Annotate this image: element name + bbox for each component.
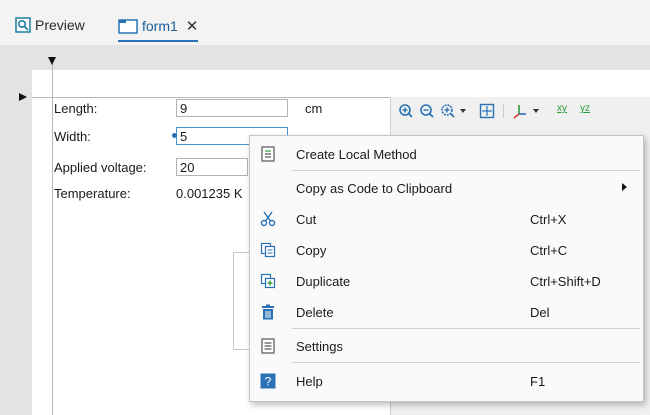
- voltage-label: Applied voltage:: [54, 160, 147, 175]
- view-yz-button[interactable]: yz: [580, 103, 590, 114]
- tab-label: Preview: [35, 17, 85, 33]
- menu-separator: [292, 328, 640, 329]
- tab-label: form1: [142, 18, 178, 34]
- length-label: Length:: [54, 101, 98, 116]
- menu-item-create-local-method[interactable]: Create Local Method: [250, 141, 643, 167]
- zoom-box-icon[interactable]: [440, 103, 470, 119]
- menu-item-help[interactable]: ? Help F1: [250, 368, 643, 394]
- guide-line-vertical: [52, 58, 53, 415]
- menu-item-label: Cut: [296, 212, 317, 227]
- menu-item-label: Copy as Code to Clipboard: [296, 181, 453, 196]
- menu-item-label: Delete: [296, 305, 334, 320]
- tab-form1[interactable]: form1 ✕: [118, 12, 199, 42]
- column-marker-icon[interactable]: [48, 57, 56, 65]
- menu-item-shortcut: F1: [530, 374, 546, 389]
- scissors-icon: [260, 211, 276, 227]
- voltage-input[interactable]: 20: [176, 158, 248, 176]
- toolbar-separator: [503, 104, 504, 118]
- duplicate-icon: [260, 273, 276, 289]
- menu-item-label: Duplicate: [296, 274, 351, 289]
- close-icon[interactable]: ✕: [186, 17, 199, 35]
- method-icon: [261, 146, 275, 162]
- menu-item-shortcut: Ctrl+C: [530, 243, 568, 258]
- zoom-out-icon[interactable]: [419, 103, 435, 119]
- tab-preview[interactable]: Preview: [15, 12, 85, 38]
- trash-icon: [262, 304, 274, 320]
- length-unit: cm: [305, 101, 323, 116]
- form-icon: [118, 19, 138, 34]
- menu-separator: [292, 362, 640, 363]
- menu-item-cut[interactable]: Cut Ctrl+X: [250, 206, 643, 232]
- menu-item-shortcut: Ctrl+X: [530, 212, 567, 227]
- zoom-in-icon[interactable]: [398, 103, 414, 119]
- menu-item-shortcut: Ctrl+Shift+D: [530, 274, 601, 289]
- selection-handle[interactable]: [172, 133, 177, 138]
- context-menu: Create Local Method Copy as Code to Clip…: [249, 135, 644, 402]
- menu-item-label: Help: [296, 374, 323, 389]
- menu-item-label: Copy: [296, 243, 327, 258]
- submenu-arrow-icon: [622, 183, 627, 191]
- menu-separator: [292, 170, 640, 171]
- view-xy-button[interactable]: xy: [557, 103, 567, 114]
- zoom-extents-icon[interactable]: [479, 103, 495, 119]
- axis-orientation-icon[interactable]: [511, 103, 543, 119]
- preview-icon: [15, 17, 31, 33]
- document-tab-bar: Preview form1 ✕: [0, 0, 650, 45]
- copy-icon: [260, 242, 276, 258]
- menu-item-label: Create Local Method: [296, 147, 417, 162]
- menu-item-copy-as-code[interactable]: Copy as Code to Clipboard: [250, 175, 643, 201]
- menu-item-shortcut: Del: [530, 305, 550, 320]
- temperature-label: Temperature:: [54, 186, 131, 201]
- svg-text:?: ?: [265, 375, 272, 389]
- temperature-value: 0.001235 K: [176, 186, 243, 201]
- settings-icon: [261, 338, 275, 354]
- length-input[interactable]: 9: [176, 99, 288, 117]
- help-icon: ?: [260, 373, 276, 389]
- menu-item-label: Settings: [296, 339, 343, 354]
- menu-item-settings[interactable]: Settings: [250, 333, 643, 359]
- menu-item-copy[interactable]: Copy Ctrl+C: [250, 237, 643, 263]
- menu-item-delete[interactable]: Delete Del: [250, 299, 643, 325]
- menu-item-duplicate[interactable]: Duplicate Ctrl+Shift+D: [250, 268, 643, 294]
- width-label: Width:: [54, 129, 91, 144]
- row-marker-icon[interactable]: [19, 93, 27, 101]
